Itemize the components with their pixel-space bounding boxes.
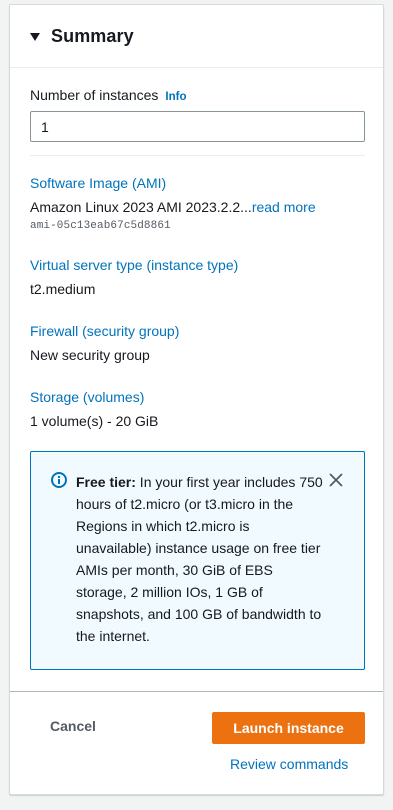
storage-value: 1 volume(s) - 20 GiB — [30, 413, 159, 429]
instances-label-row: Number of instances Info — [30, 87, 365, 103]
divider — [30, 155, 365, 156]
free-tier-heading: Free tier: — [76, 474, 136, 490]
review-commands-link[interactable]: Review commands — [230, 756, 348, 772]
instance-type-label[interactable]: Virtual server type (instance type) — [30, 257, 238, 273]
summary-header[interactable]: Summary — [10, 5, 383, 68]
read-more-link[interactable]: read more — [252, 199, 316, 215]
info-circle-icon — [51, 472, 67, 488]
free-tier-text: Free tier: In your first year includes 7… — [76, 471, 326, 647]
firewall-value: New security group — [30, 347, 150, 363]
caret-down-icon[interactable] — [30, 32, 40, 41]
instance-type-value: t2.medium — [30, 281, 96, 297]
footer-divider — [10, 691, 383, 692]
close-icon[interactable] — [328, 472, 344, 488]
summary-panel: Summary Number of instances Info Softwar… — [9, 4, 384, 795]
cancel-button[interactable]: Cancel — [50, 718, 96, 734]
firewall-label[interactable]: Firewall (security group) — [30, 323, 179, 339]
ami-value: Amazon Linux 2023 AMI 2023.2.2... — [30, 199, 252, 215]
ami-id: ami-05c13eab67c5d8861 — [30, 220, 171, 232]
info-link[interactable]: Info — [165, 91, 186, 103]
instances-input[interactable] — [30, 111, 365, 142]
free-tier-body: In your first year includes 750 hours of… — [76, 474, 323, 644]
ami-value-row: Amazon Linux 2023 AMI 2023.2.2...read mo… — [30, 199, 316, 215]
panel-title: Summary — [51, 25, 134, 46]
ami-label[interactable]: Software Image (AMI) — [30, 175, 166, 191]
instances-label: Number of instances — [30, 87, 159, 103]
launch-instance-button[interactable]: Launch instance — [212, 712, 365, 744]
storage-label[interactable]: Storage (volumes) — [30, 389, 144, 405]
free-tier-alert: Free tier: In your first year includes 7… — [30, 451, 365, 670]
